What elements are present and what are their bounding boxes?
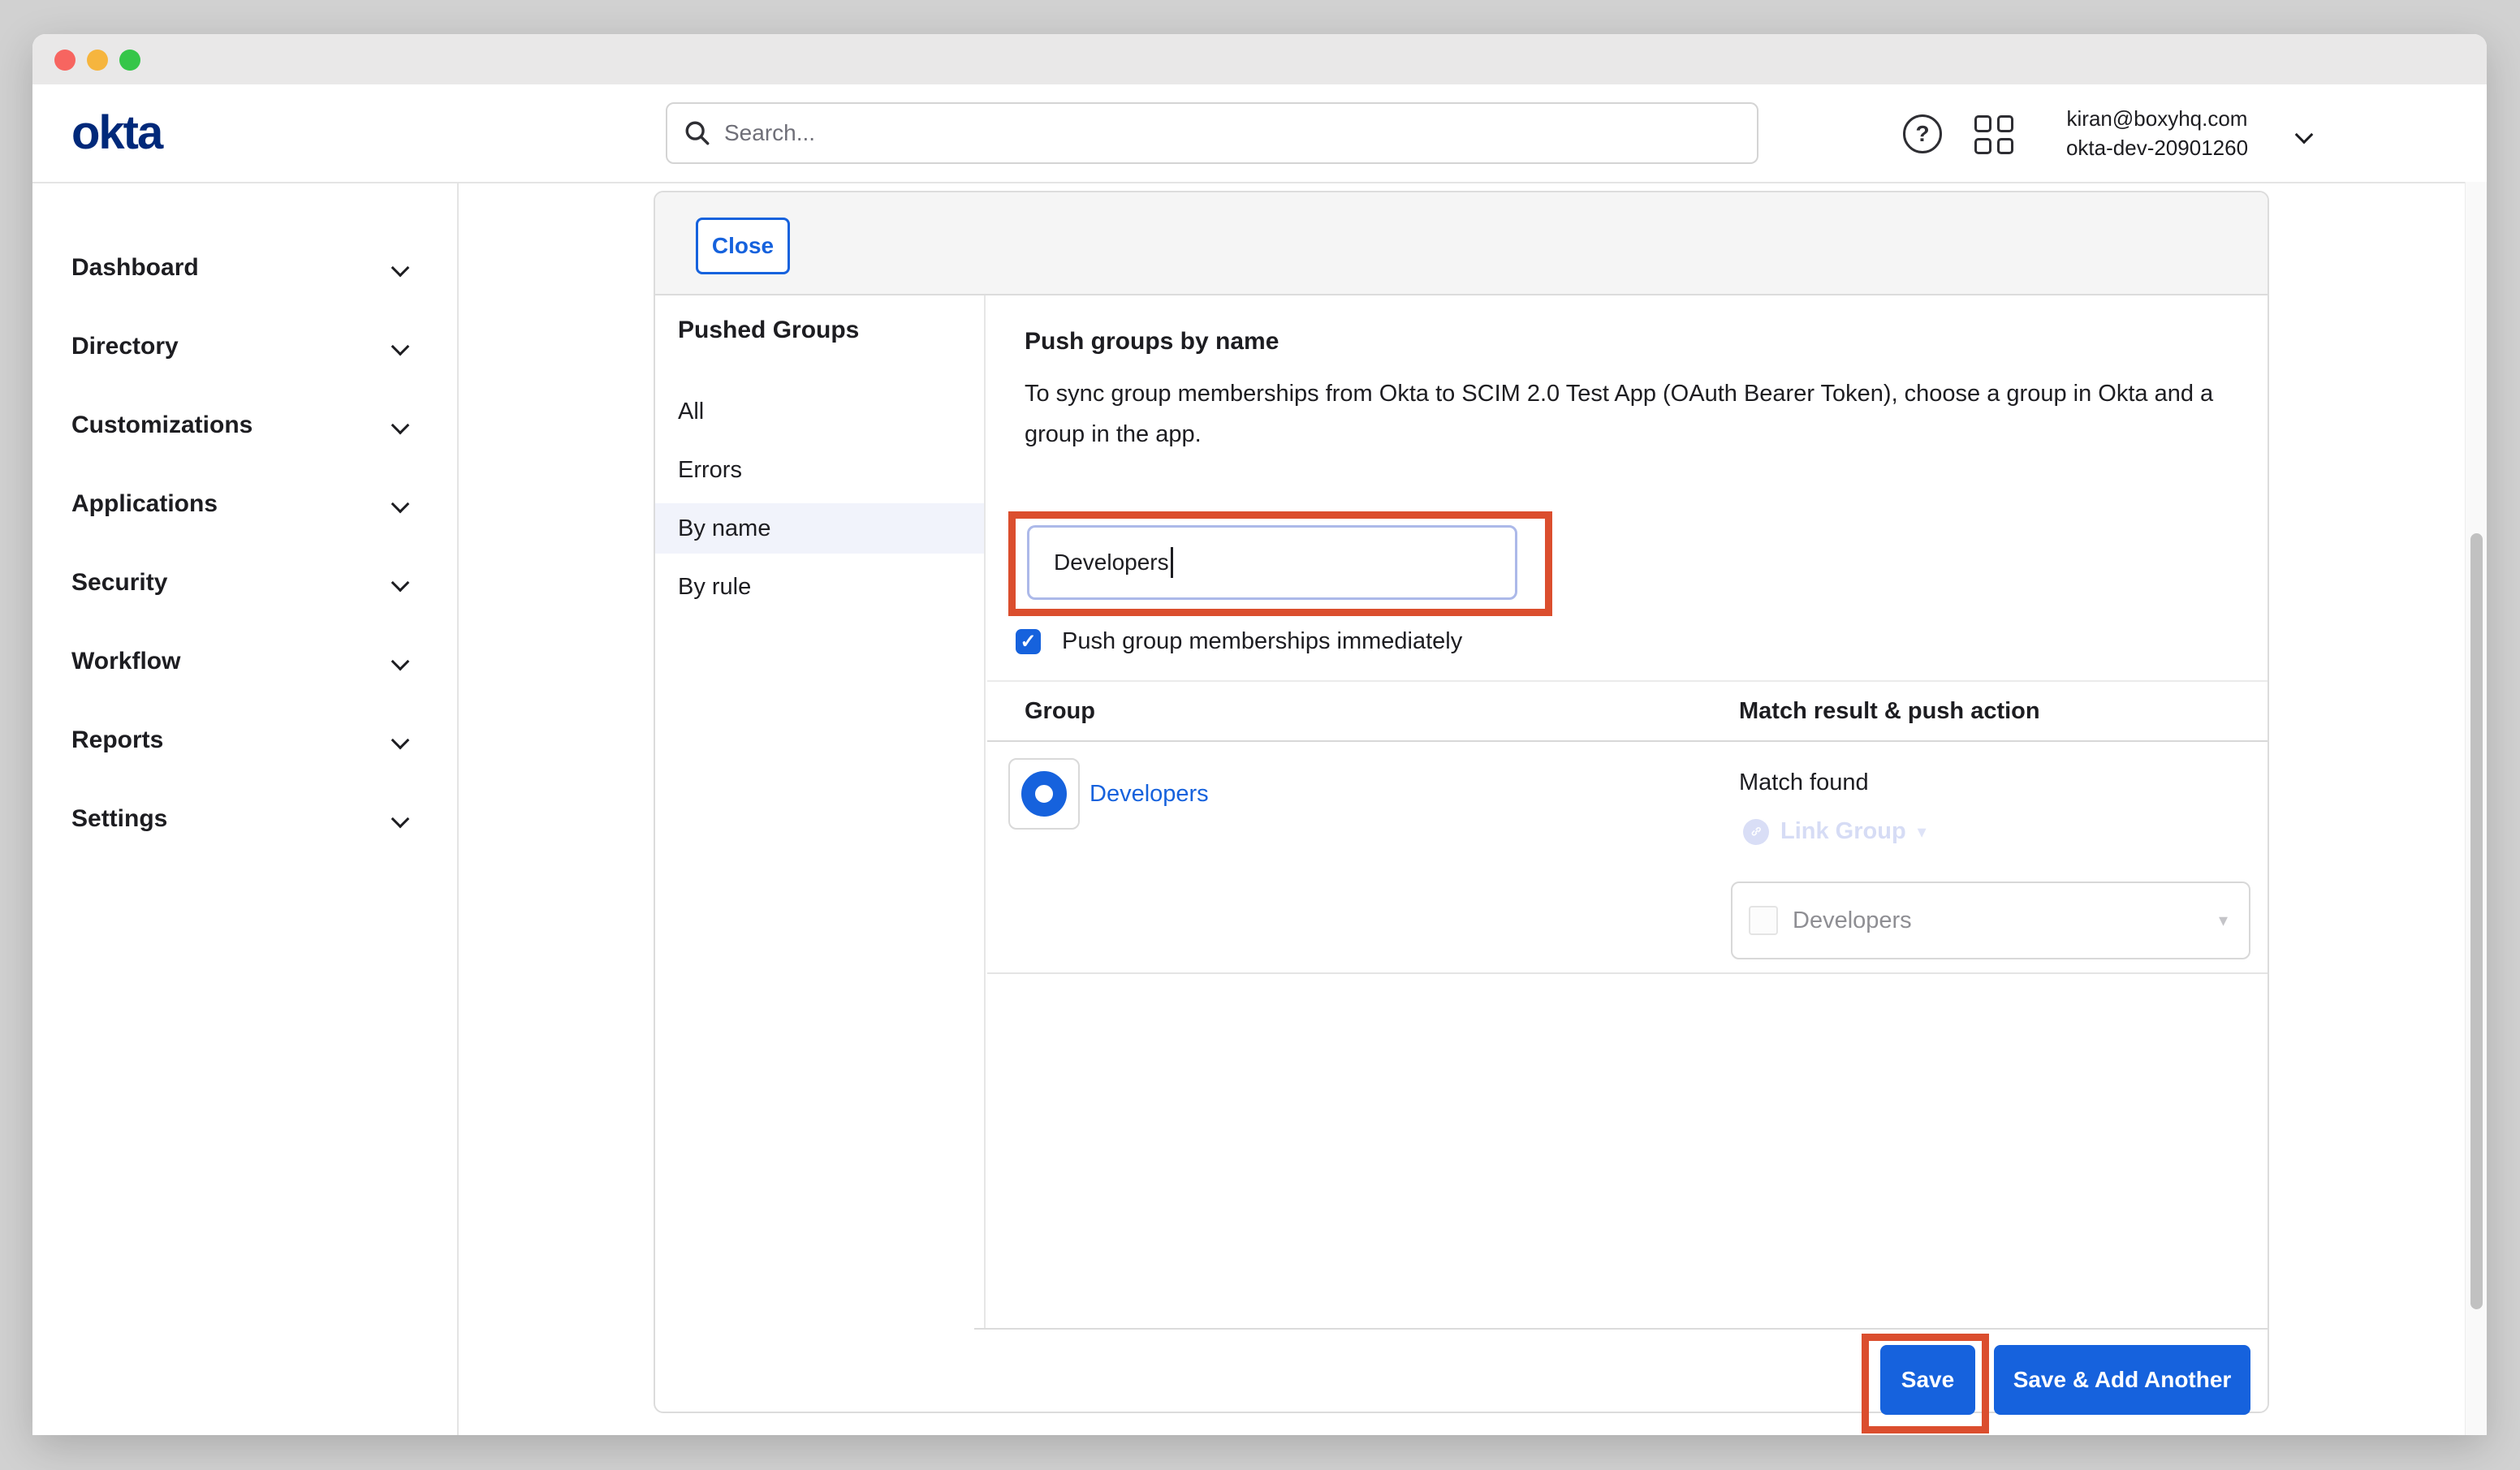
account-menu[interactable]: kiran@boxyhq.com okta-dev-20901260 [2039,104,2275,162]
chevron-down-icon [391,416,410,434]
push-groups-panel: Close Pushed Groups All Errors By name B… [654,191,2269,1413]
app-header: okta ? kiran@boxyhq.com okta-dev-2090126… [32,84,2487,183]
close-button[interactable]: Close [696,218,790,274]
app-grid-icon[interactable] [1974,115,2013,154]
caret-down-icon: ▾ [1918,821,1927,843]
link-icon [1743,819,1769,845]
chevron-down-icon [391,731,410,749]
group-name-input[interactable]: Developers [1027,525,1517,600]
group-avatar [1008,758,1080,830]
chevron-down-icon [391,809,410,828]
search-bar[interactable] [666,102,1758,164]
window-titlebar [32,34,2487,84]
description-text: To sync group memberships from Okta to S… [1025,373,2242,455]
chevron-down-icon [391,494,410,513]
app-group-select[interactable]: Developers ▾ [1731,882,2250,959]
column-header-match-result: Match result & push action [1739,698,2040,725]
search-icon [684,119,711,147]
link-group-dropdown[interactable]: Link Group ▾ [1743,818,1927,845]
push-immediately-checkbox[interactable]: ✓ [1016,629,1041,654]
sidebar-item-security[interactable]: Security [32,543,457,622]
sidebar: Dashboard Directory Customizations Appli… [32,183,459,1435]
account-email: kiran@boxyhq.com [2039,104,2275,133]
scrollbar-thumb[interactable] [2470,533,2483,1309]
page-title: Push groups by name [1025,328,1279,356]
sidebar-item-workflow[interactable]: Workflow [32,622,457,701]
group-icon [1021,771,1067,817]
account-org: okta-dev-20901260 [2039,133,2275,162]
subnav-title: Pushed Groups [678,317,859,344]
group-name-link[interactable]: Developers [1090,781,1209,808]
chevron-down-icon [391,573,410,592]
text-cursor [1171,547,1173,578]
subnav-item-by-name[interactable]: By name [655,503,984,554]
sidebar-item-applications[interactable]: Applications [32,464,457,543]
match-result-text: Match found [1739,769,1869,796]
sidebar-item-settings[interactable]: Settings [32,779,457,858]
zoom-window-icon[interactable] [119,50,140,71]
scrollbar-track[interactable] [2465,182,2487,1435]
panel-footer: Save Save & Add Another [974,1328,2268,1412]
okta-logo: okta [71,106,162,160]
table-row-divider [987,972,2268,974]
subnav-item-by-rule[interactable]: By rule [655,562,984,612]
minimize-window-icon[interactable] [87,50,108,71]
subnav-item-all[interactable]: All [655,386,984,437]
sidebar-item-directory[interactable]: Directory [32,307,457,386]
subnav-item-errors[interactable]: Errors [655,445,984,495]
save-add-another-button[interactable]: Save & Add Another [1994,1345,2250,1415]
caret-down-icon: ▾ [2219,910,2228,931]
push-immediately-label: Push group memberships immediately [1062,628,1462,655]
push-immediately-row: ✓ Push group memberships immediately [1016,628,1462,655]
pushed-groups-subnav: Pushed Groups All Errors By name By rule [655,295,986,1331]
search-input[interactable] [724,120,1741,146]
chevron-down-icon [391,652,410,670]
table-header-divider [987,740,2268,742]
chevron-down-icon [391,258,410,277]
app-window: okta ? kiran@boxyhq.com okta-dev-2090126… [32,34,2487,1435]
account-chevron-down-icon[interactable] [2295,126,2314,144]
panel-header: Close [655,192,2268,295]
close-window-icon[interactable] [54,50,76,71]
help-icon[interactable]: ? [1903,114,1942,153]
column-header-group: Group [1025,698,1095,725]
sidebar-item-reports[interactable]: Reports [32,701,457,779]
push-groups-main: Push groups by name To sync group member… [987,295,2268,1331]
sidebar-item-customizations[interactable]: Customizations [32,386,457,464]
app-group-placeholder-icon [1749,906,1778,935]
table-top-divider [987,680,2268,682]
sidebar-item-dashboard[interactable]: Dashboard [32,228,457,307]
group-input-annotation: Developers [1008,511,1552,616]
save-button[interactable]: Save [1880,1345,1975,1415]
chevron-down-icon [391,337,410,356]
